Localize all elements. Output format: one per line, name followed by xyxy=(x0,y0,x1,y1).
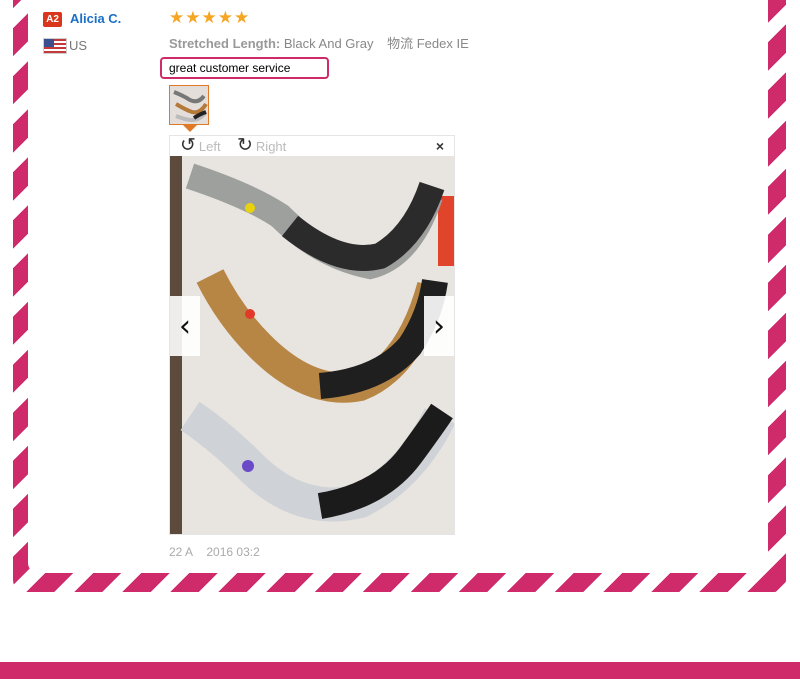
star-icon: ★ xyxy=(234,8,250,28)
next-photo-button[interactable]: › xyxy=(424,296,454,356)
reviewer-country: US xyxy=(69,38,88,53)
rotate-left-icon: ↺ xyxy=(180,135,196,156)
review-photo: ‹ › xyxy=(170,156,454,534)
star-icon: ★ xyxy=(185,8,201,28)
close-icon[interactable]: × xyxy=(436,138,444,154)
rotate-right-button[interactable]: ↻ Right xyxy=(237,136,286,156)
buyer-level-badge: A2 xyxy=(43,12,62,27)
reviewer-name-link[interactable]: Alicia C. xyxy=(70,11,121,26)
viewer-toolbar: ↺ Left ↻ Right × xyxy=(170,136,454,156)
review-attributes: Stretched Length: Black And Gray 物流 Fede… xyxy=(169,33,469,52)
review-date: 22 A 2016 03:2 xyxy=(169,545,260,559)
shipping-value: Fedex IE xyxy=(416,36,469,51)
attribute-value: Black And Gray xyxy=(283,36,374,51)
star-icon: ★ xyxy=(169,8,185,28)
previous-photo-button[interactable]: ‹ xyxy=(170,296,200,356)
rotate-left-label: Left xyxy=(198,138,221,154)
rating-stars: ★ ★ ★ ★ ★ xyxy=(169,9,249,27)
review-photo-thumbnail[interactable] xyxy=(169,85,209,125)
attribute-label: Stretched Length: xyxy=(169,36,281,51)
rotate-left-button[interactable]: ↺ Left xyxy=(180,136,221,156)
shipping-label: 物流 xyxy=(387,36,414,51)
review-comment: great customer service xyxy=(160,57,329,79)
us-flag-icon xyxy=(43,38,67,54)
rotate-right-label: Right xyxy=(255,138,287,154)
rotate-right-icon: ↻ xyxy=(237,135,253,156)
photo-viewer: ↺ Left ↻ Right × ‹ › xyxy=(169,135,455,535)
bottom-band xyxy=(0,662,800,679)
star-icon: ★ xyxy=(201,8,217,28)
thumbnail-pointer xyxy=(183,125,197,132)
star-icon: ★ xyxy=(217,8,233,28)
